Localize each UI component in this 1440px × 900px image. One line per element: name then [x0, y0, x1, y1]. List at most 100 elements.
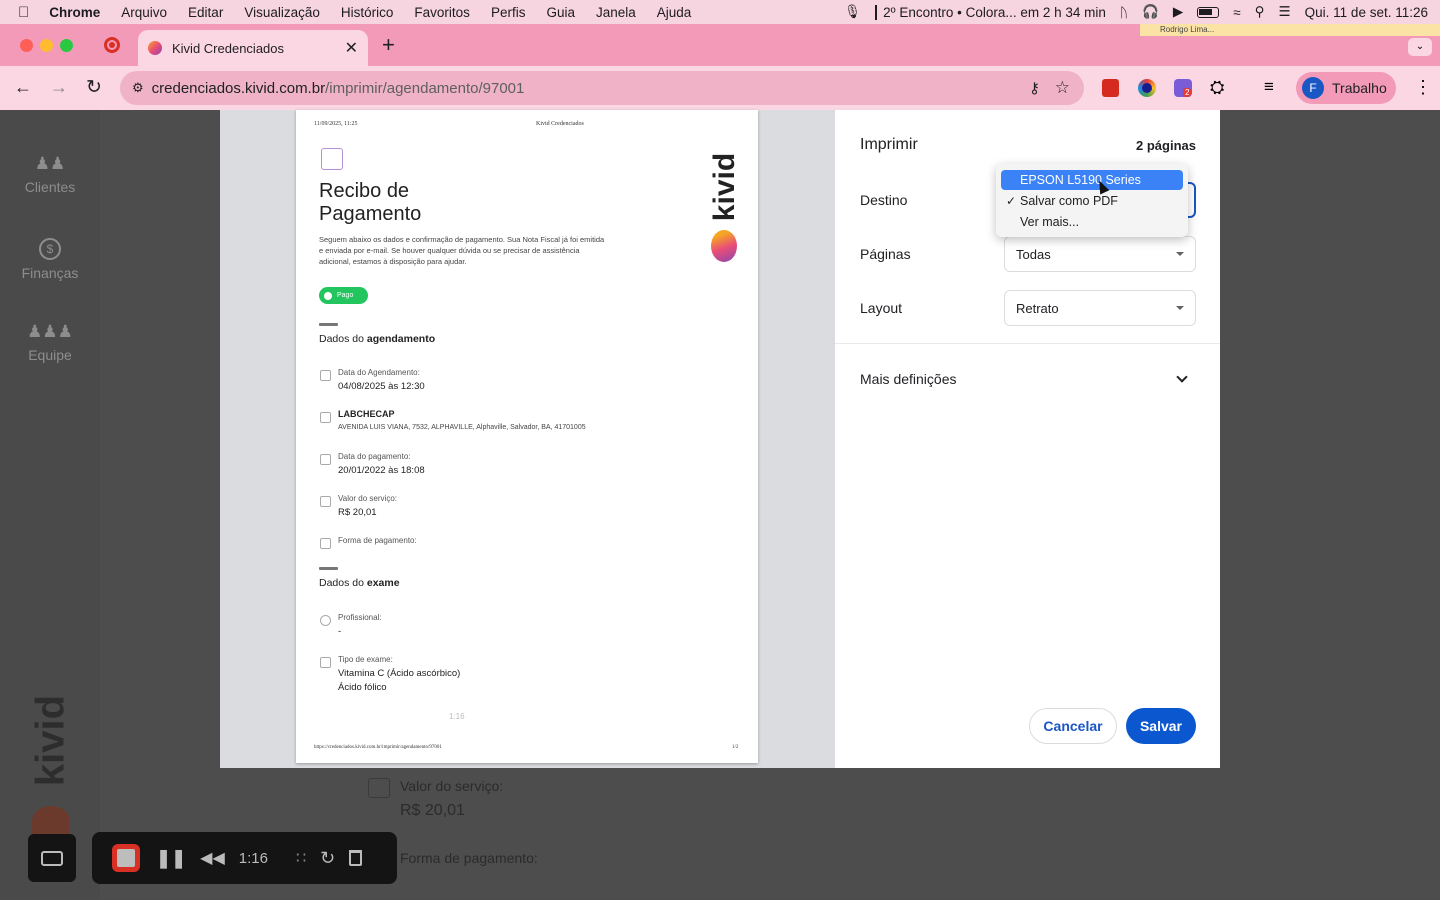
destination-dropdown: EPSON L5190 Series ✓ Salvar como PDF Ver … [996, 164, 1188, 237]
url-host: credenciados.kivid.com.br [151, 79, 326, 97]
bookmark-star-icon[interactable]: ☆ [1055, 78, 1070, 98]
sidebar-item-label: Clientes [24, 179, 76, 195]
wifi-icon[interactable]: ≈ [1233, 5, 1240, 20]
menu-chrome[interactable]: Chrome [49, 5, 100, 20]
menu-perfis[interactable]: Perfis [491, 5, 526, 20]
tab-search-button[interactable]: ⌄ [1408, 38, 1432, 56]
extensions-puzzle-icon[interactable]: ⛭ [1210, 77, 1224, 98]
datetime[interactable]: Qui. 11 de set. 11:26 [1305, 5, 1428, 20]
calendar-event[interactable]: 2º Encontro • Colora... em 2 h 34 min [875, 4, 1106, 20]
menu-visualizacao[interactable]: Visualização [244, 5, 320, 20]
grid-icon[interactable]: ∷ [296, 848, 306, 868]
sidebar-item-clientes[interactable]: ♟♟ Clientes [0, 154, 100, 195]
layout-label: Layout [860, 300, 903, 316]
stop-recording-button[interactable] [112, 844, 140, 872]
chrome-menu-icon[interactable]: ⋮ [1414, 77, 1432, 98]
trash-icon[interactable] [349, 850, 363, 866]
section-agendamento-title: Dados do agendamento [319, 333, 435, 345]
field-value: 20/01/2022 às 18:08 [338, 465, 425, 476]
field-value: R$ 20,01 [338, 507, 377, 518]
option-save-pdf[interactable]: ✓ Salvar como PDF [1001, 191, 1183, 211]
timer-watermark: 1:16 [449, 712, 465, 721]
menu-editar[interactable]: Editar [188, 5, 223, 20]
section-prefix: Dados do [319, 333, 367, 345]
kivid-favicon-icon [148, 41, 162, 55]
section-divider [319, 567, 338, 570]
url-path: /imprimir/agendamento/97001 [325, 79, 525, 97]
microphone-icon[interactable]: 🎙 [844, 4, 861, 20]
person-icon [320, 615, 331, 626]
menu-ajuda[interactable]: Ajuda [657, 5, 692, 20]
control-center-icon[interactable]: ☰ [1279, 4, 1291, 20]
address-bar[interactable]: ⚙ credenciados.kivid.com.br/imprimir/age… [120, 71, 1084, 105]
field-value: 04/08/2025 às 12:30 [338, 381, 425, 392]
menu-janela[interactable]: Janela [596, 5, 636, 20]
layout-value: Retrato [1016, 300, 1059, 316]
doc-logo-mark [711, 230, 737, 262]
more-settings-toggle[interactable]: Mais definições [860, 364, 1194, 394]
section-exame-title: Dados do exame [319, 577, 400, 589]
rewind-icon[interactable]: ◀◀ [200, 848, 225, 868]
tab-kivid-credenciados[interactable]: Kivid Credenciados ✕ [138, 30, 368, 66]
bluetooth-icon[interactable]: ᚢ [1120, 5, 1128, 20]
status-badge-label: Pago [337, 292, 354, 299]
section-divider [319, 323, 338, 326]
bg-service-icon [368, 778, 390, 798]
camera-toggle-button[interactable] [28, 834, 76, 882]
close-tab-icon[interactable]: ✕ [345, 38, 358, 58]
new-tab-button[interactable]: + [382, 32, 395, 58]
restart-icon[interactable]: ↻ [320, 848, 335, 869]
record-indicator-icon[interactable] [104, 37, 120, 53]
sidebar-item-financas[interactable]: $ Finanças [0, 238, 100, 281]
close-window-button[interactable] [20, 39, 33, 52]
media-controls-icon[interactable]: ≡ [1264, 77, 1274, 97]
settings-divider [835, 343, 1220, 344]
page-count: 2 páginas [1136, 138, 1196, 153]
apple-icon[interactable]:  [18, 4, 29, 21]
pdf-extension-icon[interactable] [1102, 79, 1119, 97]
preview-sheet[interactable]: 11/09/2025, 11:25 Kivid Credenciados Rec… [296, 110, 758, 763]
option-see-more[interactable]: Ver mais... [1001, 212, 1183, 232]
option-epson[interactable]: EPSON L5190 Series [1001, 170, 1183, 190]
minimize-window-button[interactable] [40, 39, 53, 52]
save-button[interactable]: Salvar [1126, 708, 1196, 744]
menu-arquivo[interactable]: Arquivo [121, 5, 167, 20]
search-icon[interactable]: ⚲ [1255, 4, 1265, 20]
menu-guia[interactable]: Guia [546, 5, 575, 20]
destination-label: Destino [860, 192, 908, 208]
field-label: Valor do serviço: [338, 494, 397, 503]
battery-icon[interactable] [1197, 6, 1220, 18]
cancel-button[interactable]: Cancelar [1029, 708, 1117, 744]
layout-select[interactable]: Retrato [1004, 290, 1196, 326]
color-picker-extension-icon[interactable] [1138, 79, 1156, 97]
doc-title-line1: Recibo de [319, 180, 410, 202]
pages-label: Páginas [860, 246, 911, 262]
recording-time: 1:16 [238, 849, 268, 867]
forward-icon[interactable]: → [50, 77, 68, 98]
reload-icon[interactable]: ↻ [86, 76, 102, 99]
field-label: Profissional: [338, 613, 382, 622]
pages-select[interactable]: Todas [1004, 236, 1196, 272]
profile-avatar: F [1302, 77, 1324, 99]
site-settings-icon[interactable]: ⚙ [132, 80, 144, 96]
headphones-icon[interactable]: 🎧 [1142, 4, 1159, 20]
section-bold: agendamento [366, 333, 436, 345]
sidebar-item-equipe[interactable]: ♟♟♟ Equipe [0, 322, 100, 363]
doc-logo: kivid [708, 150, 742, 226]
menu-historico[interactable]: Histórico [341, 5, 394, 20]
more-settings-label: Mais definições [860, 371, 957, 387]
maximize-window-button[interactable] [60, 39, 73, 52]
recording-controls: ❚❚ ◀◀ 1:16 ∷ ↻ [92, 832, 397, 884]
profile-button[interactable]: F Trabalho [1296, 72, 1396, 104]
bg-service-value: R$ 20,01 [400, 802, 465, 819]
sidebar-logo-text: kivid [33, 694, 69, 787]
extension-badge-icon[interactable]: 2 [1174, 79, 1192, 97]
menu-favoritos[interactable]: Favoritos [414, 5, 470, 20]
password-key-icon[interactable]: ⚷ [1029, 79, 1040, 97]
back-icon[interactable]: ← [14, 77, 32, 98]
doc-title-line2: Pagamento [319, 203, 422, 225]
pause-icon[interactable]: ❚❚ [156, 848, 186, 869]
field-value-2: Ácido fólico [338, 682, 387, 693]
chevron-down-icon [1176, 306, 1184, 310]
play-icon[interactable]: ▶ [1173, 4, 1183, 20]
